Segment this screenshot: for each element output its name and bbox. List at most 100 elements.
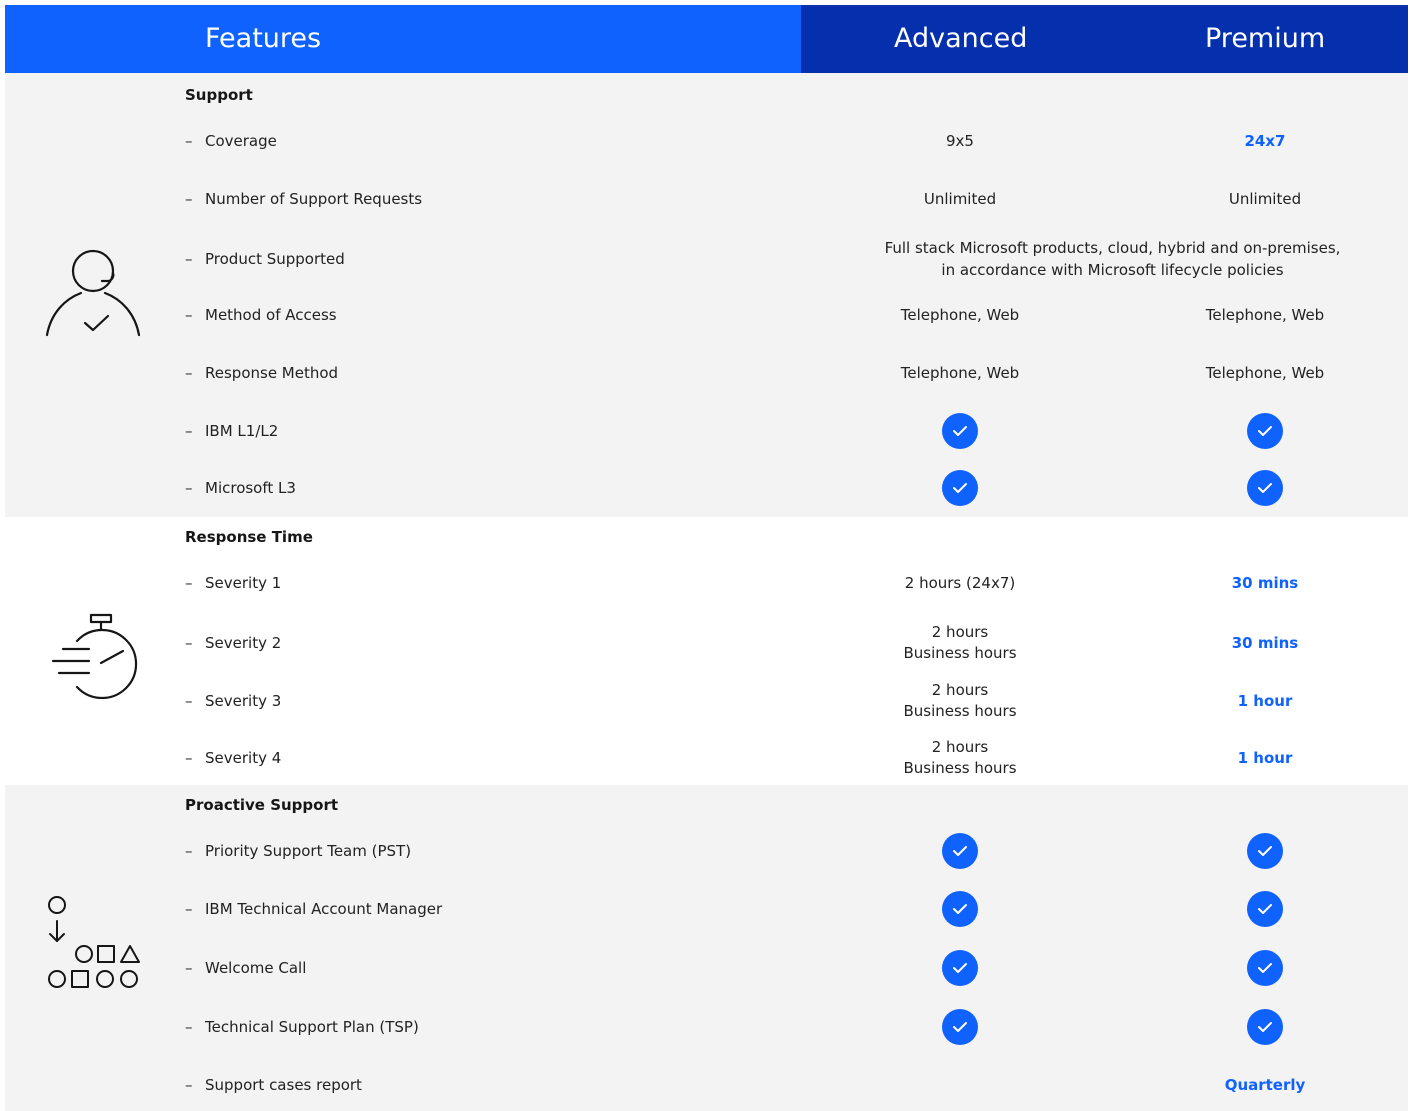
plans-column-header: Advanced Premium bbox=[801, 5, 1408, 73]
advanced-check bbox=[860, 1007, 1060, 1047]
row-dash: – bbox=[185, 959, 193, 977]
row-dash: – bbox=[185, 749, 193, 767]
row-dash: – bbox=[185, 306, 193, 324]
premium-check bbox=[1165, 889, 1365, 929]
advanced-value: 2 hours (24x7) bbox=[904, 573, 1016, 592]
row-label-text: Severity 1 bbox=[205, 574, 282, 592]
shared-value: Full stack Microsoft products, cloud, hy… bbox=[850, 237, 1375, 281]
row-dash: – bbox=[185, 1076, 193, 1094]
advanced-check bbox=[860, 831, 1060, 871]
check-icon bbox=[1247, 891, 1283, 927]
advanced-value: Unlimited bbox=[923, 189, 997, 208]
table-row: – Response Method Telephone, Web Telephon… bbox=[5, 353, 1408, 393]
row-dash: – bbox=[185, 132, 193, 150]
row-dash: – bbox=[185, 422, 193, 440]
row-label-text: Severity 3 bbox=[205, 692, 282, 710]
row-dash: – bbox=[185, 364, 193, 382]
check-icon bbox=[942, 413, 978, 449]
premium-value: 30 mins bbox=[1231, 633, 1299, 652]
premium-value: Telephone, Web bbox=[1205, 305, 1325, 324]
premium-check bbox=[1165, 1007, 1365, 1047]
premium-value: 24x7 bbox=[1244, 131, 1286, 150]
advanced-value-line1: 2 hours bbox=[931, 623, 989, 641]
row-label-text: Coverage bbox=[205, 132, 277, 150]
row-label: – Response Method bbox=[185, 353, 338, 393]
row-dash: – bbox=[185, 479, 193, 497]
advanced-value: Telephone, Web bbox=[900, 363, 1020, 382]
table-row: – IBM Technical Account Manager bbox=[5, 889, 1408, 929]
section-support: Support – Coverage 9x5 24x7 – Number of Su… bbox=[5, 73, 1408, 517]
row-label-text: Method of Access bbox=[205, 306, 337, 324]
check-icon bbox=[1247, 470, 1283, 506]
row-dash: – bbox=[185, 574, 193, 592]
row-label: – Severity 4 bbox=[185, 738, 281, 778]
row-dash: – bbox=[185, 1018, 193, 1036]
section-title-response-time: Response Time bbox=[185, 528, 313, 546]
premium-check bbox=[1165, 831, 1365, 871]
advanced-check bbox=[860, 468, 1060, 508]
advanced-value-line2: Business hours bbox=[903, 644, 1017, 662]
premium-check bbox=[1165, 411, 1365, 451]
table-row: – Severity 3 2 hours Business hours 1 hou… bbox=[5, 679, 1408, 723]
row-label-text: IBM L1/L2 bbox=[205, 422, 279, 440]
row-label: – Product Supported bbox=[185, 239, 345, 279]
row-label-text: Support cases report bbox=[205, 1076, 362, 1094]
table-row: – Coverage 9x5 24x7 bbox=[5, 121, 1408, 161]
row-label: – Severity 2 bbox=[185, 623, 281, 663]
row-dash: – bbox=[185, 900, 193, 918]
row-dash: – bbox=[185, 250, 193, 268]
table-header: Features Advanced Premium bbox=[5, 5, 1408, 73]
table-row: – IBM L1/L2 bbox=[5, 411, 1408, 451]
table-row: – Product Supported Full stack Microsoft … bbox=[5, 237, 1408, 281]
advanced-check bbox=[860, 889, 1060, 929]
features-header-label: Features bbox=[205, 23, 322, 54]
row-label: – Severity 1 bbox=[185, 563, 281, 603]
check-icon bbox=[942, 833, 978, 869]
row-label: – Severity 3 bbox=[185, 681, 281, 721]
row-dash: – bbox=[185, 634, 193, 652]
section-proactive-support: Proactive Support – Priority Support Team… bbox=[5, 785, 1408, 1111]
row-label: – IBM L1/L2 bbox=[185, 411, 278, 451]
row-label-text: Welcome Call bbox=[205, 959, 307, 977]
advanced-value-line2: Business hours bbox=[903, 759, 1017, 777]
section-title-support: Support bbox=[185, 86, 253, 104]
advanced-value: 2 hours Business hours bbox=[860, 621, 1060, 665]
check-icon bbox=[1247, 950, 1283, 986]
premium-check bbox=[1165, 948, 1365, 988]
row-label: – IBM Technical Account Manager bbox=[185, 889, 442, 929]
row-dash: – bbox=[185, 842, 193, 860]
row-label: – Welcome Call bbox=[185, 948, 306, 988]
table-row: – Severity 1 2 hours (24x7) 30 mins bbox=[5, 563, 1408, 603]
check-icon bbox=[1247, 833, 1283, 869]
check-icon bbox=[1247, 1009, 1283, 1045]
row-label-text: Number of Support Requests bbox=[205, 190, 423, 208]
row-label: – Number of Support Requests bbox=[185, 179, 422, 219]
table-row: – Method of Access Telephone, Web Telepho… bbox=[5, 295, 1408, 335]
table-row: – Welcome Call bbox=[5, 948, 1408, 988]
row-label-text: Microsoft L3 bbox=[205, 479, 296, 497]
shared-value-line1: Full stack Microsoft products, cloud, hy… bbox=[884, 239, 1341, 257]
row-label: – Technical Support Plan (TSP) bbox=[185, 1007, 419, 1047]
check-icon bbox=[942, 470, 978, 506]
advanced-value: 9x5 bbox=[946, 131, 974, 150]
table-row: – Severity 2 2 hours Business hours 30 mi… bbox=[5, 621, 1408, 665]
advanced-value-line1: 2 hours bbox=[931, 738, 989, 756]
advanced-value-line1: 2 hours bbox=[931, 681, 989, 699]
table-row: – Number of Support Requests Unlimited Un… bbox=[5, 179, 1408, 219]
table-row: – Priority Support Team (PST) bbox=[5, 831, 1408, 871]
row-label-text: IBM Technical Account Manager bbox=[205, 900, 443, 918]
shared-value-line2: in accordance with Microsoft lifecycle p… bbox=[941, 261, 1284, 279]
row-label: – Coverage bbox=[185, 121, 277, 161]
check-icon bbox=[942, 891, 978, 927]
premium-check bbox=[1165, 468, 1365, 508]
check-icon bbox=[942, 1009, 978, 1045]
section-response-time: Response Time – Severity 1 2 hours (24x7)… bbox=[5, 517, 1408, 785]
advanced-value: Telephone, Web bbox=[900, 305, 1020, 324]
row-label: – Support cases report bbox=[185, 1065, 362, 1105]
premium-value: 1 hour bbox=[1237, 691, 1293, 710]
table-row: – Support cases report Quarterly bbox=[5, 1065, 1408, 1105]
advanced-check bbox=[860, 948, 1060, 988]
advanced-value bbox=[860, 1065, 1060, 1105]
table-row: – Technical Support Plan (TSP) bbox=[5, 1007, 1408, 1047]
advanced-value: 2 hours Business hours bbox=[860, 679, 1060, 723]
